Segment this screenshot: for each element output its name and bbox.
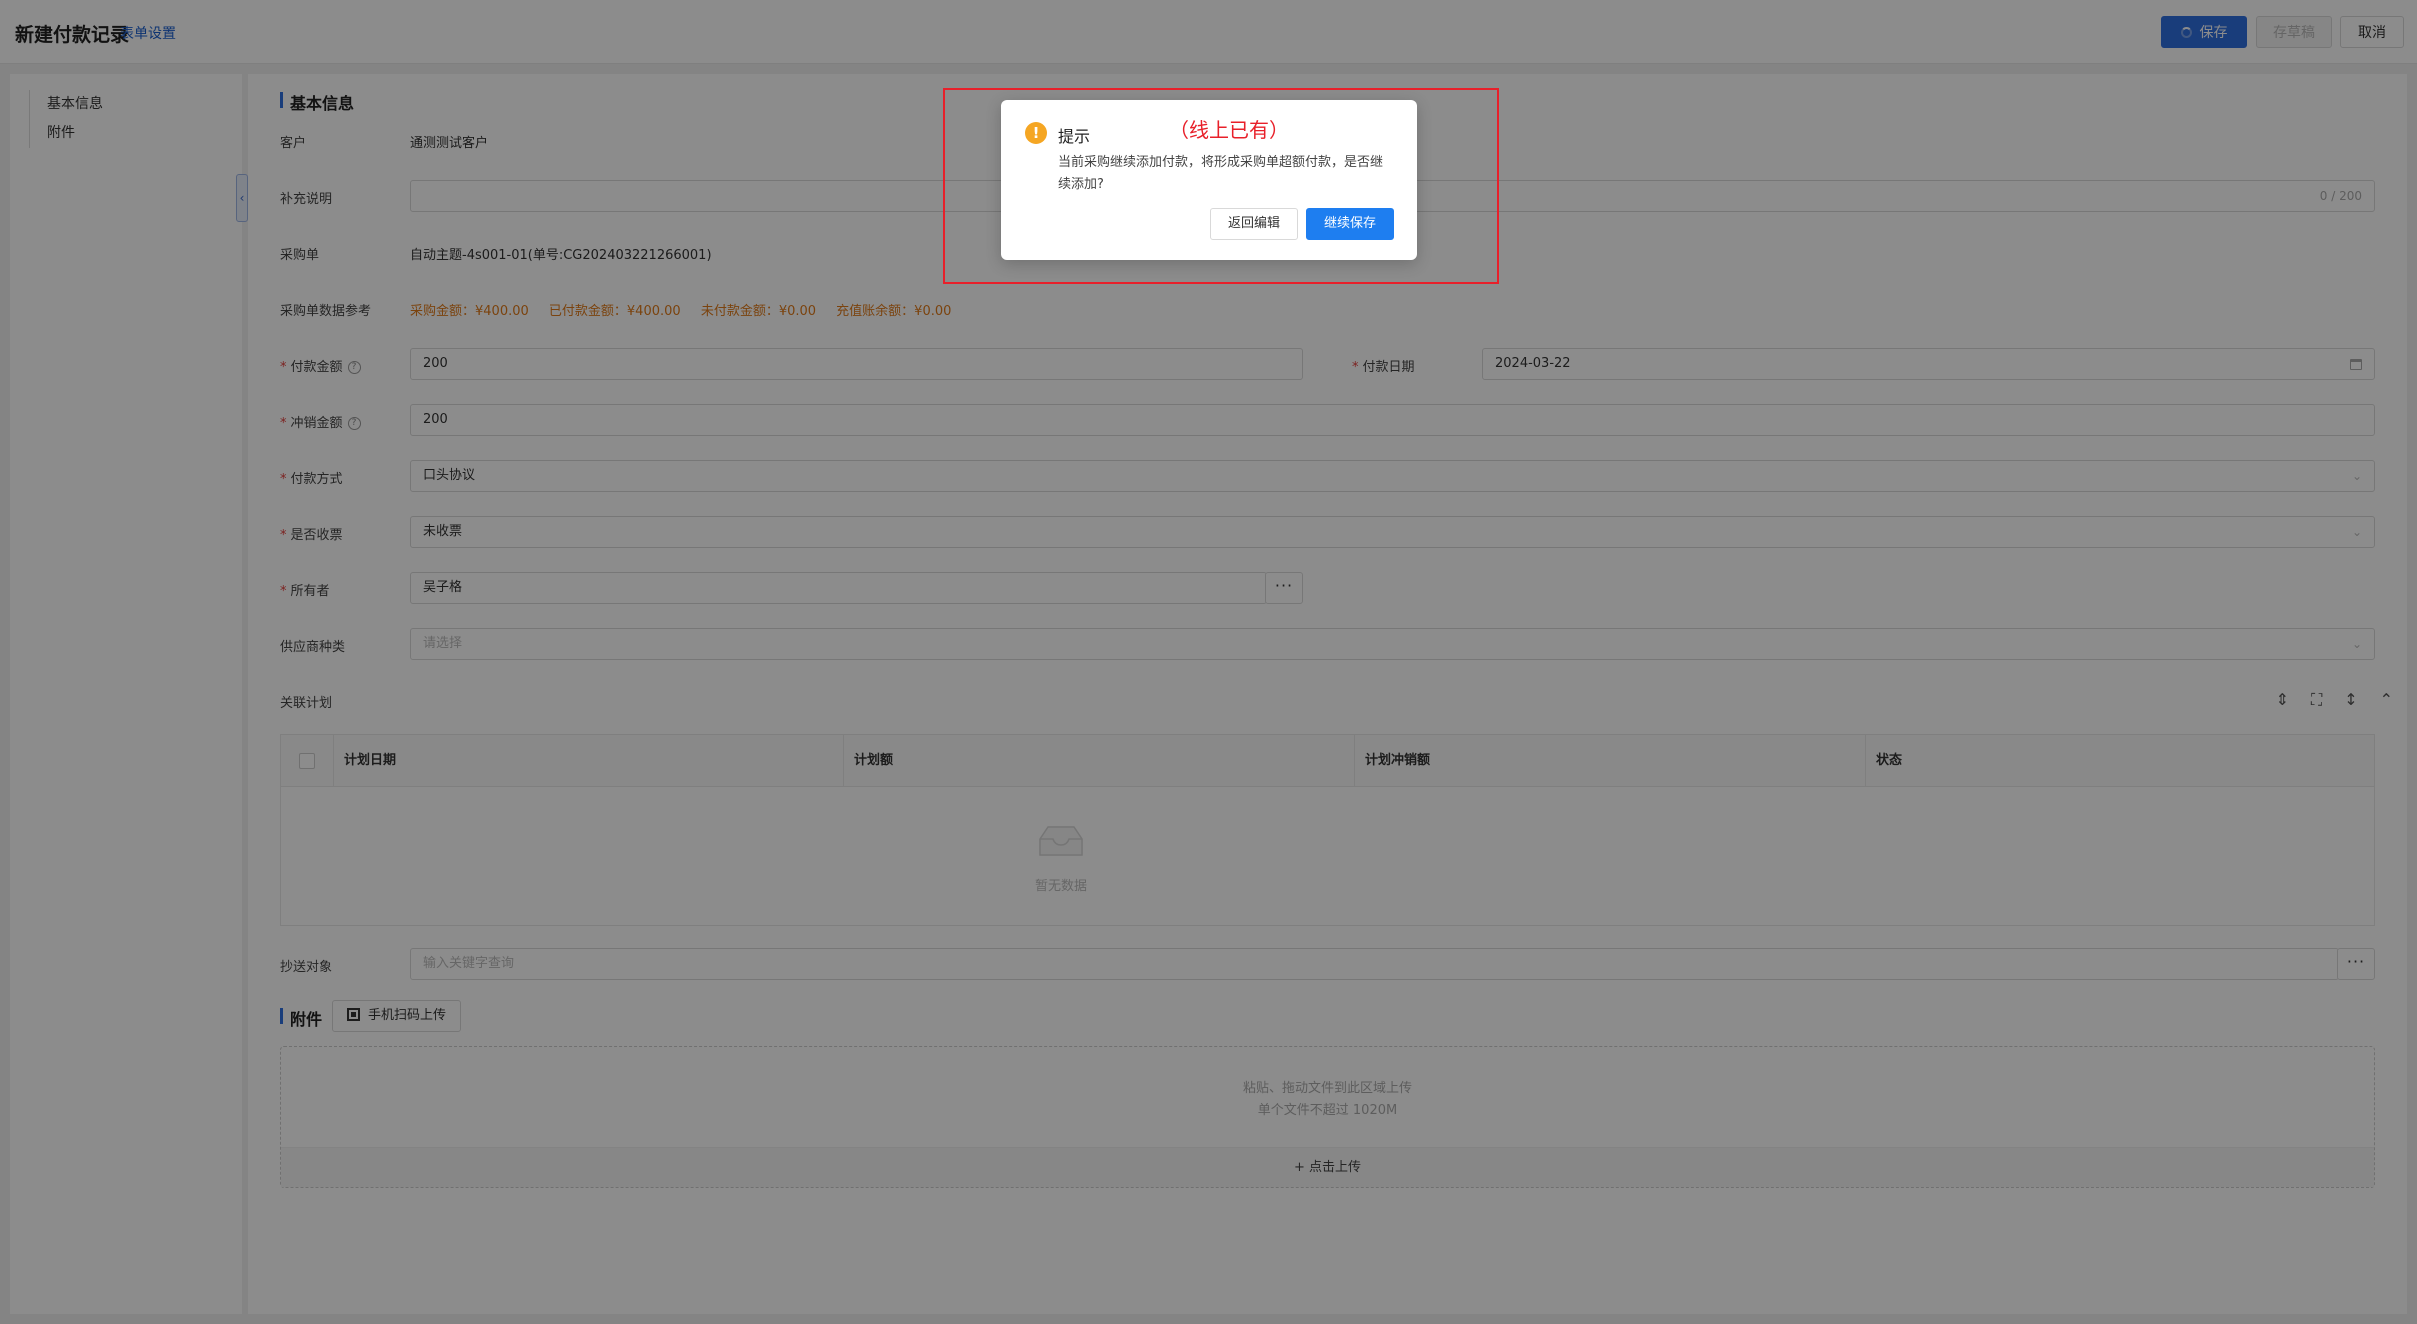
annotation-note: （线上已有） [1169, 118, 1289, 142]
